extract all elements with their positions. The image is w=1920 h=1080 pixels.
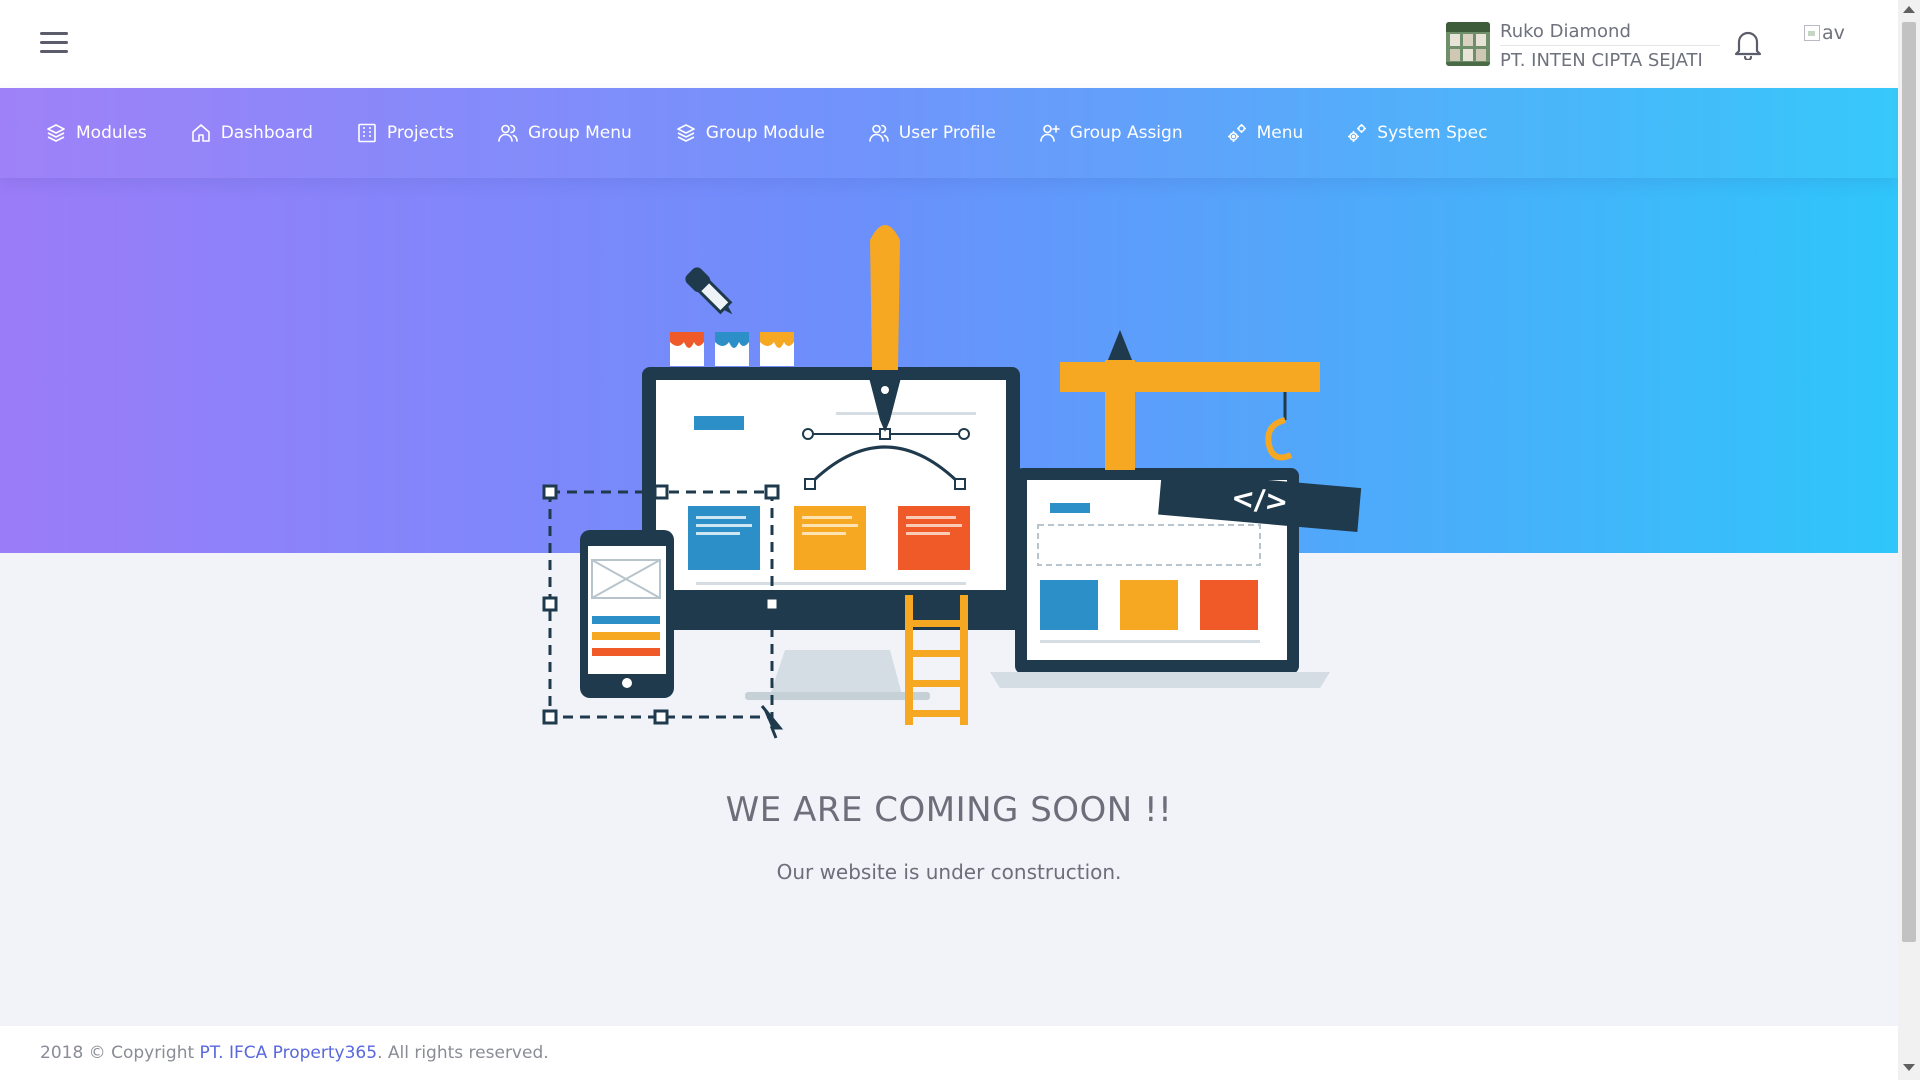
avatar-alt-text: av — [1822, 22, 1845, 44]
nav-item-menu[interactable]: Menu — [1227, 123, 1304, 143]
code-tag-label: </> — [1230, 481, 1290, 519]
nav-label: Menu — [1256, 123, 1304, 143]
gears-icon — [1347, 123, 1367, 143]
nav-item-dashboard[interactable]: Dashboard — [191, 123, 313, 143]
construction-illustration: </> — [530, 220, 1400, 740]
top-bar: Ruko Diamond PT. INTEN CIPTA SEJATI av — [0, 0, 1898, 88]
project-name[interactable]: Ruko Diamond — [1500, 18, 1720, 46]
nav-item-modules[interactable]: Modules — [46, 123, 147, 143]
nav-label: Group Module — [705, 123, 825, 143]
building-icon — [357, 123, 377, 143]
users-icon — [498, 123, 518, 143]
nav-item-group-menu[interactable]: Group Menu — [498, 123, 632, 143]
footer: 2018 © Copyright PT. IFCA Property365. A… — [0, 1026, 1898, 1080]
scrollbar[interactable] — [1898, 0, 1920, 1080]
menu-toggle-icon[interactable] — [40, 32, 68, 54]
project-selector[interactable]: Ruko Diamond PT. INTEN CIPTA SEJATI — [1500, 18, 1720, 76]
company-name: PT. INTEN CIPTA SEJATI — [1500, 50, 1703, 71]
nav-label: Group Assign — [1069, 123, 1183, 143]
nav-item-group-module[interactable]: Group Module — [676, 123, 825, 143]
avatar[interactable]: av — [1804, 22, 1886, 52]
broken-image-icon — [1804, 25, 1820, 41]
users-icon — [868, 123, 889, 143]
copyright-prefix: 2018 © Copyright — [40, 1043, 200, 1063]
bell-icon[interactable] — [1734, 28, 1762, 62]
nav-item-projects[interactable]: Projects — [357, 123, 454, 143]
under-construction-text: Our website is under construction. — [776, 860, 1122, 884]
project-thumbnail[interactable] — [1446, 22, 1490, 66]
nav-item-group-assign[interactable]: Group Assign — [1039, 123, 1183, 143]
nav-label: Group Menu — [527, 123, 632, 143]
scroll-thumb[interactable] — [1902, 22, 1916, 942]
main-nav: Modules Dashboard Projects Group Menu Gr… — [0, 88, 1898, 178]
copyright-suffix: . All rights reserved. — [377, 1043, 549, 1063]
nav-label: User Profile — [898, 123, 996, 143]
layers-icon — [46, 123, 66, 143]
company-link[interactable]: PT. IFCA Property365 — [200, 1043, 378, 1063]
gears-icon — [1227, 123, 1247, 143]
nav-label: Modules — [76, 123, 147, 143]
coming-soon-heading: WE ARE COMING SOON !! — [725, 790, 1173, 830]
nav-item-system-spec[interactable]: System Spec — [1347, 123, 1487, 143]
nav-label: Dashboard — [220, 123, 313, 143]
scroll-down-arrow-icon[interactable] — [1903, 1064, 1915, 1071]
user-add-icon — [1039, 123, 1060, 143]
layers-icon — [676, 123, 696, 143]
nav-label: Projects — [386, 123, 454, 143]
nav-label: System Spec — [1377, 123, 1488, 143]
home-icon — [191, 123, 211, 143]
nav-item-user-profile[interactable]: User Profile — [868, 123, 996, 143]
scroll-up-arrow-icon[interactable] — [1903, 6, 1915, 13]
